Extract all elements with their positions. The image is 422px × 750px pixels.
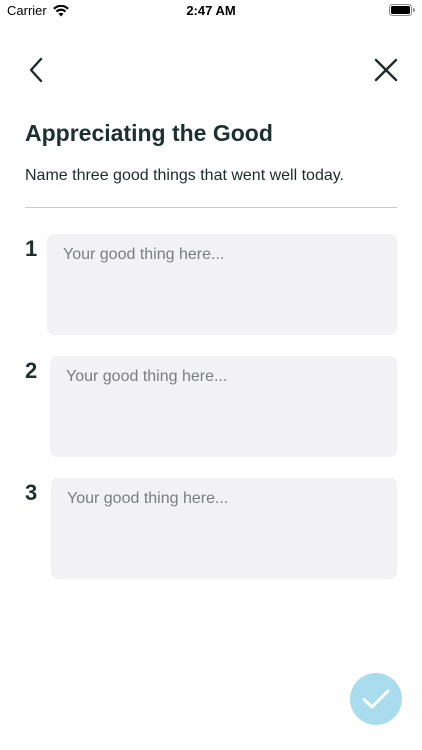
checkmark-icon	[362, 689, 390, 709]
good-thing-input-1[interactable]	[47, 234, 397, 335]
status-time: 2:47 AM	[186, 3, 236, 18]
chevron-left-icon	[29, 57, 43, 83]
good-thing-input-3[interactable]	[51, 478, 397, 579]
status-bar: Carrier 2:47 AM	[0, 0, 422, 22]
close-button[interactable]	[372, 56, 400, 84]
back-button[interactable]	[22, 56, 50, 84]
entry-number-3: 3	[25, 480, 38, 505]
page-subtitle: Name three good things that went well to…	[25, 167, 344, 184]
divider	[25, 207, 397, 208]
page-title: Appreciating the Good	[25, 120, 273, 146]
submit-button[interactable]	[350, 673, 402, 725]
good-thing-input-2[interactable]	[50, 356, 397, 457]
close-icon	[374, 58, 398, 82]
entry-number-1: 1	[25, 236, 38, 261]
battery-icon	[389, 4, 415, 16]
entry-number-2: 2	[25, 358, 38, 383]
